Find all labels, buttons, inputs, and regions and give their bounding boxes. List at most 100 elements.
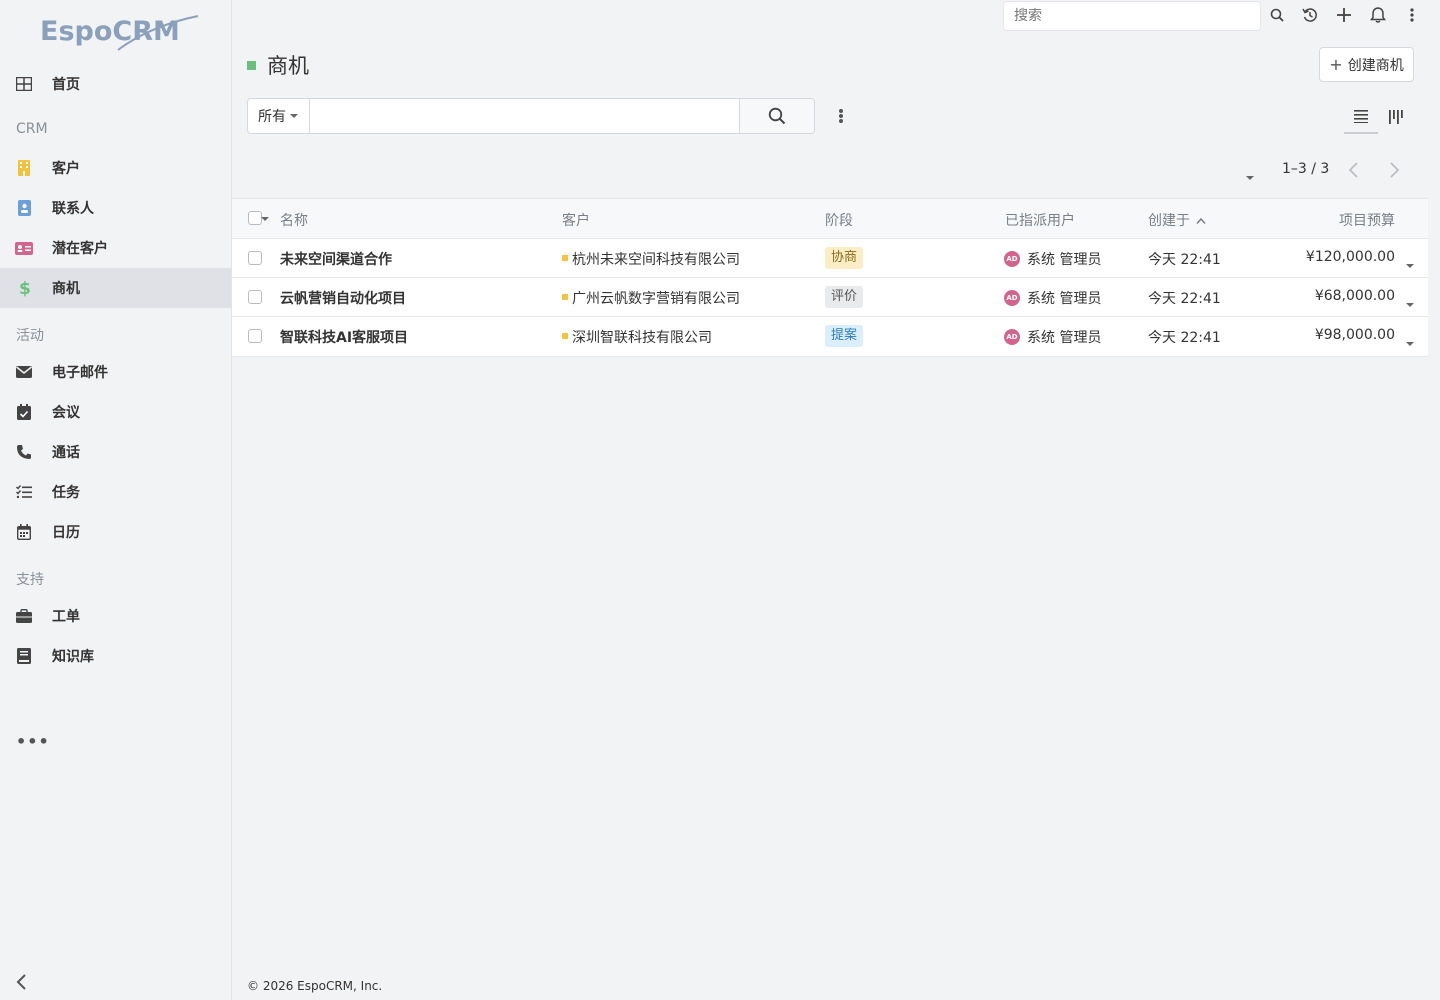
account-cell: 深圳智联科技有限公司 — [562, 327, 712, 347]
sidebar-item-leads[interactable]: 潜在客户 — [0, 228, 231, 268]
list-search-button[interactable] — [739, 99, 814, 133]
account-link[interactable]: 广州云帆数字营销有限公司 — [572, 291, 740, 307]
assigned-user-cell: AD 系统 管理员 — [1004, 249, 1101, 269]
grid-icon — [15, 76, 33, 92]
more-menu-icon[interactable]: ••• — [16, 732, 50, 751]
account-link[interactable]: 杭州未来空间科技有限公司 — [572, 252, 740, 268]
select-all-checkbox[interactable] — [248, 211, 262, 225]
kanban-view-toggle[interactable] — [1379, 100, 1413, 134]
opportunity-name-link[interactable]: 云帆营销自动化项目 — [280, 288, 406, 308]
book-icon — [15, 648, 33, 664]
sidebar-item-label: 联系人 — [52, 201, 94, 217]
sidebar-item-calls[interactable]: 通话 — [0, 432, 231, 472]
section-activities: 活动 — [16, 328, 44, 344]
avatar: AD — [1004, 329, 1020, 345]
sidebar-item-home[interactable]: 首页 — [0, 64, 231, 104]
column-header-created-at[interactable]: 创建于 — [1148, 210, 1207, 230]
account-color-marker — [562, 255, 568, 261]
sidebar-item-label: 客户 — [52, 161, 80, 177]
collapse-sidebar-icon[interactable] — [14, 972, 30, 996]
opportunities-table: 名称 客户 阶段 已指派用户 创建于 项目预算 未来空间渠道合作 杭州未来空间科… — [232, 198, 1428, 357]
chevron-down-icon — [1246, 176, 1254, 180]
row-checkbox[interactable] — [248, 290, 262, 304]
sidebar-item-label: 知识库 — [52, 649, 94, 665]
sidebar-item-label: 通话 — [52, 445, 80, 461]
pagination-count: 1–3 / 3 — [1282, 161, 1330, 177]
sort-ascending-icon — [1196, 217, 1207, 224]
column-header-account[interactable]: 客户 — [562, 210, 590, 230]
more-vertical-icon[interactable] — [1403, 6, 1421, 24]
row-actions-dropdown[interactable] — [1406, 256, 1414, 272]
chevron-down-icon — [1406, 342, 1414, 346]
avatar: AD — [1004, 290, 1020, 306]
filter-options-icon[interactable] — [834, 106, 848, 126]
stage-badge: 协商 — [825, 247, 864, 269]
calendar-check-icon — [15, 404, 33, 420]
sidebar-item-tasks[interactable]: 任务 — [0, 472, 231, 512]
footer-copyright: © 2026 EspoCRM, Inc. — [247, 979, 383, 993]
account-color-marker — [562, 294, 568, 300]
previous-page-icon[interactable] — [1346, 161, 1362, 179]
search-icon[interactable] — [1268, 6, 1286, 24]
sidebar-item-opportunities[interactable]: $ 商机 — [0, 268, 231, 308]
assigned-user-link[interactable]: 系统 管理员 — [1027, 291, 1101, 307]
account-link[interactable]: 深圳智联科技有限公司 — [572, 330, 712, 346]
id-card-icon — [15, 240, 33, 256]
chevron-down-icon — [290, 114, 298, 118]
history-icon[interactable] — [1301, 6, 1319, 24]
quick-create-icon[interactable] — [1335, 6, 1353, 24]
account-cell: 杭州未来空间科技有限公司 — [562, 249, 740, 269]
column-header-assigned-user[interactable]: 已指派用户 — [1005, 210, 1075, 230]
envelope-icon — [15, 364, 33, 380]
table-row: 未来空间渠道合作 杭州未来空间科技有限公司 协商 AD 系统 管理员 今天 22:… — [232, 239, 1428, 278]
stage-badge: 评价 — [825, 286, 864, 308]
opportunity-name-link[interactable]: 智联科技AI客服项目 — [280, 327, 408, 347]
sidebar-item-accounts[interactable]: 客户 — [0, 148, 231, 188]
contact-card-icon — [15, 200, 33, 216]
phone-icon — [15, 444, 33, 460]
page-header: 商机 — [247, 50, 309, 80]
stage-badge: 提案 — [825, 325, 864, 347]
list-view-toggle[interactable] — [1344, 100, 1378, 134]
espocrm-logo[interactable]: EspoCRM — [40, 14, 200, 54]
assigned-user-link[interactable]: 系统 管理员 — [1027, 252, 1101, 268]
row-checkbox[interactable] — [248, 329, 262, 343]
created-at-cell: 今天 22:41 — [1148, 252, 1221, 268]
pagination-options-dropdown[interactable] — [1246, 168, 1254, 184]
assigned-user-link[interactable]: 系统 管理员 — [1027, 330, 1101, 346]
sidebar-item-cases[interactable]: 工单 — [0, 596, 231, 636]
list-icon — [1354, 110, 1368, 123]
sidebar-item-knowledge-base[interactable]: 知识库 — [0, 636, 231, 676]
plus-icon: + — [1329, 55, 1343, 74]
building-icon — [15, 160, 33, 176]
filter-scope-dropdown[interactable]: 所有 — [248, 99, 310, 133]
create-button-label: 创建商机 — [1347, 57, 1404, 74]
column-header-budget[interactable]: 项目预算 — [1339, 210, 1395, 230]
row-actions-dropdown[interactable] — [1406, 295, 1414, 311]
sidebar-item-calendar[interactable]: 日历 — [0, 512, 231, 552]
column-header-name[interactable]: 名称 — [280, 210, 308, 230]
sidebar-item-emails[interactable]: 电子邮件 — [0, 352, 231, 392]
create-opportunity-button[interactable]: + 创建商机 — [1319, 47, 1414, 82]
next-page-icon[interactable] — [1386, 161, 1402, 179]
section-crm: CRM — [16, 121, 48, 137]
row-actions-dropdown[interactable] — [1406, 334, 1414, 350]
assigned-user-cell: AD 系统 管理员 — [1004, 288, 1101, 308]
bell-icon[interactable] — [1369, 6, 1387, 24]
column-header-stage[interactable]: 阶段 — [825, 210, 853, 230]
row-checkbox[interactable] — [248, 251, 262, 265]
budget-cell: ¥120,000.00 — [1305, 249, 1395, 265]
sidebar-item-contacts[interactable]: 联系人 — [0, 188, 231, 228]
section-support: 支持 — [16, 572, 44, 588]
select-all-dropdown-icon[interactable] — [261, 217, 269, 221]
opportunity-name-link[interactable]: 未来空间渠道合作 — [280, 249, 392, 269]
global-search-input[interactable] — [1003, 1, 1261, 31]
sidebar-item-meetings[interactable]: 会议 — [0, 392, 231, 432]
calendar-icon — [15, 524, 33, 540]
entity-color-marker — [247, 60, 256, 70]
chevron-down-icon — [1406, 303, 1414, 307]
list-search-input[interactable] — [310, 99, 739, 133]
page-title: 商机 — [267, 54, 309, 78]
avatar: AD — [1004, 251, 1020, 267]
account-cell: 广州云帆数字营销有限公司 — [562, 288, 740, 308]
